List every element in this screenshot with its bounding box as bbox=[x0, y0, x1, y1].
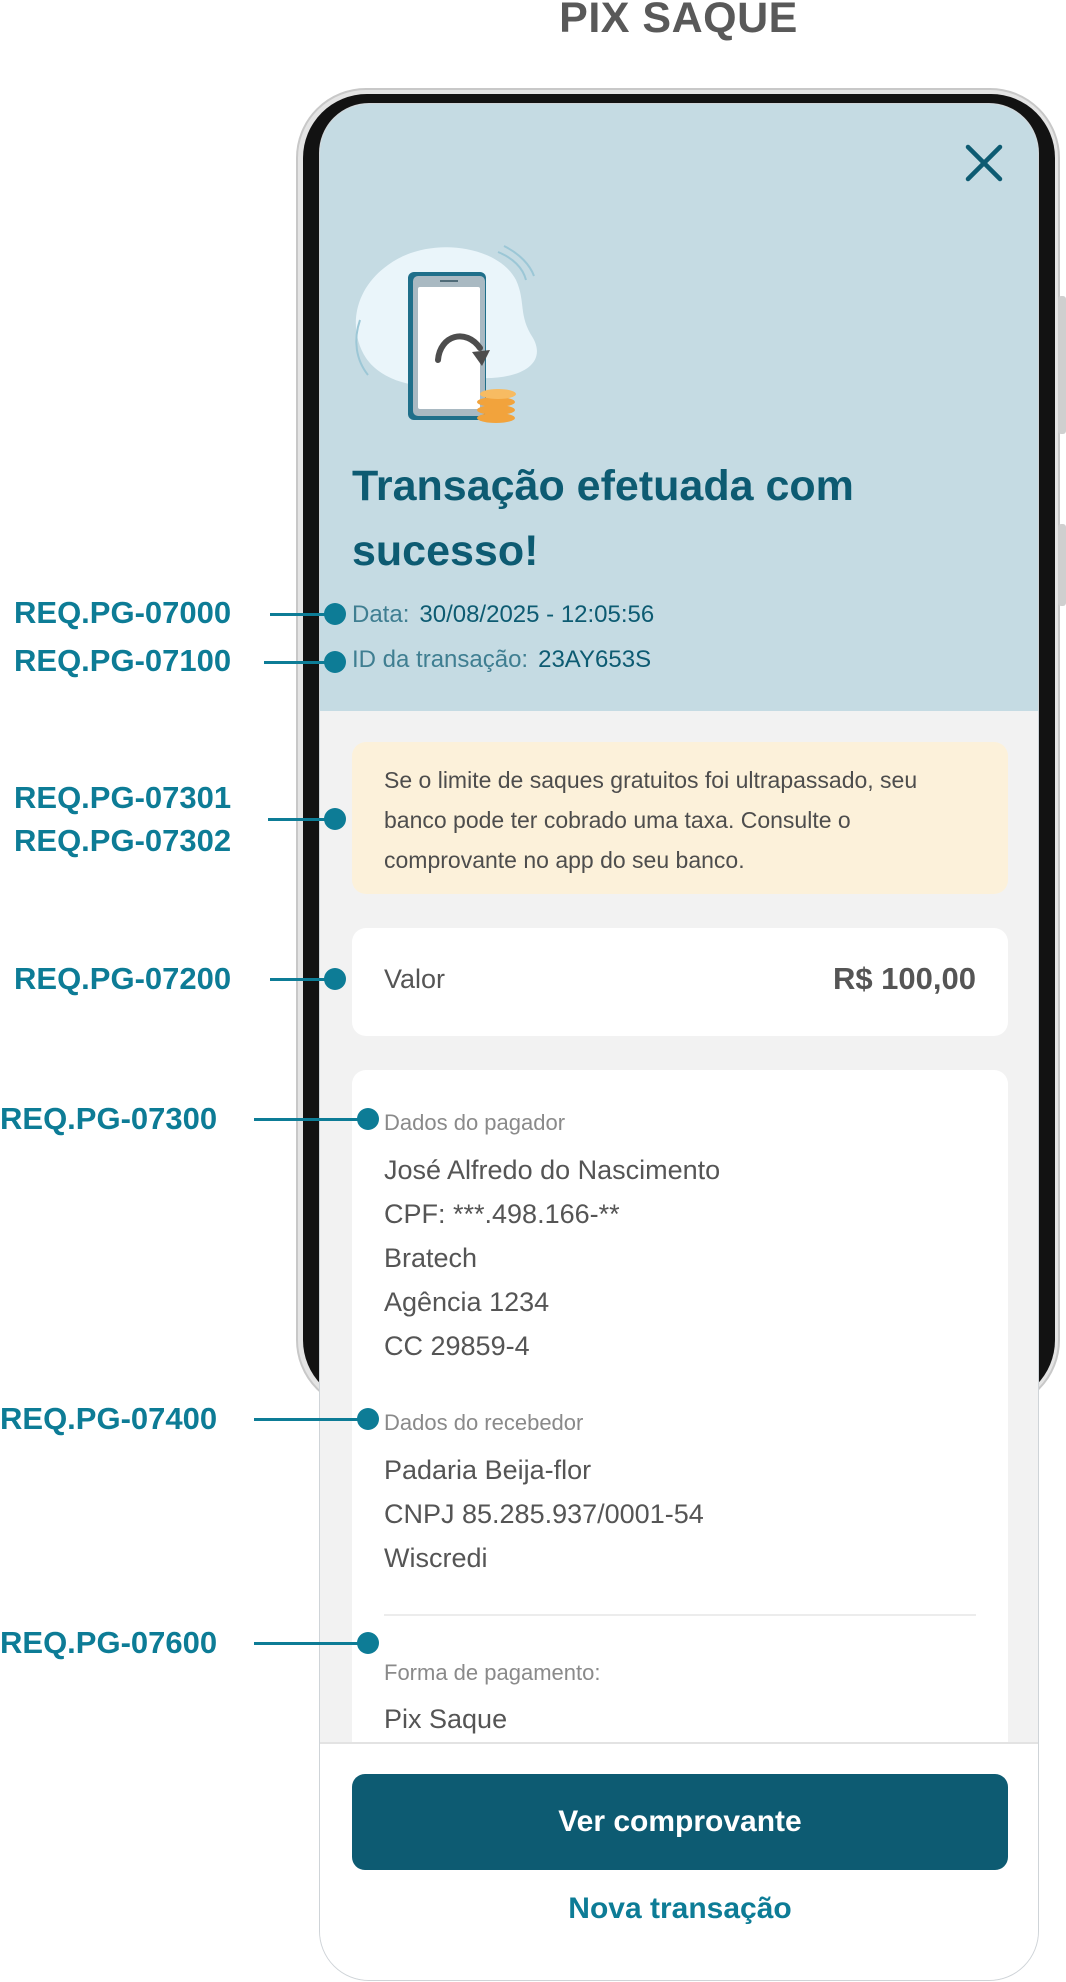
phone-withdraw-illustration bbox=[355, 245, 537, 423]
id-value: 23AY653S bbox=[538, 646, 652, 673]
annotation-marker bbox=[357, 1408, 379, 1430]
annotation-connector bbox=[254, 1418, 368, 1421]
date-value: 30/08/2025 - 12:05:56 bbox=[419, 601, 655, 628]
app-screen: Transação efetuada com sucesso! Data: 30/… bbox=[319, 103, 1039, 1981]
annotation-connector bbox=[254, 1118, 368, 1121]
phone-side-button bbox=[1058, 296, 1066, 434]
transaction-details: Dados do pagador José Alfredo do Nascime… bbox=[352, 1070, 1008, 1790]
success-title: Transação efetuada com sucesso! bbox=[352, 462, 854, 575]
new-transaction-button[interactable]: Nova transação bbox=[352, 1874, 1008, 1944]
annotation-label: REQ.PG-07200 bbox=[14, 961, 232, 996]
annotation-label: REQ.PG-07000 bbox=[14, 595, 232, 630]
annotation-label: REQ.PG-07400 bbox=[0, 1401, 218, 1436]
view-receipt-button[interactable]: Ver comprovante bbox=[352, 1774, 1008, 1870]
annotation-marker bbox=[357, 1108, 379, 1130]
transaction-date: Data: 30/08/2025 - 12:05:56 bbox=[352, 601, 654, 629]
phone-side-button bbox=[1058, 524, 1066, 606]
payer-account: CC 29859-4 bbox=[384, 1331, 530, 1361]
action-bar: Ver comprovante Nova transação bbox=[320, 1742, 1038, 1980]
fee-notice: Se o limite de saques gratuitos foi ultr… bbox=[352, 742, 1008, 894]
annotation-label: REQ.PG-07600 bbox=[0, 1625, 218, 1660]
annotation-marker bbox=[324, 651, 346, 673]
payment-method-value: Pix Saque bbox=[384, 1704, 508, 1734]
payer-name: José Alfredo do Nascimento bbox=[384, 1155, 721, 1185]
payer-agency: Agência 1234 bbox=[384, 1287, 550, 1317]
annotation-connector bbox=[254, 1642, 368, 1645]
annotation-label: REQ.PG-07301 bbox=[14, 780, 232, 815]
value-label: Valor bbox=[384, 964, 446, 994]
value-card: Valor R$ 100,00 bbox=[352, 928, 1008, 1036]
annotation-marker bbox=[357, 1632, 379, 1654]
annotation-marker bbox=[324, 968, 346, 990]
annotation-label: REQ.PG-07300 bbox=[0, 1101, 218, 1136]
receiver-cnpj: CNPJ 85.285.937/0001-54 bbox=[384, 1499, 704, 1529]
close-icon[interactable] bbox=[960, 139, 1008, 187]
payer-cpf: CPF: ***.498.166-** bbox=[384, 1199, 620, 1229]
success-header: Transação efetuada com sucesso! Data: 30/… bbox=[320, 104, 1038, 711]
payer-section-label: Dados do pagador bbox=[384, 1110, 566, 1135]
payer-bank: Bratech bbox=[384, 1243, 478, 1273]
receiver-section-label: Dados do recebedor bbox=[384, 1410, 584, 1435]
receiver-bank: Wiscredi bbox=[384, 1543, 488, 1573]
page-title: PIX SAQUE bbox=[559, 0, 798, 42]
annotation-label: REQ.PG-07100 bbox=[14, 643, 232, 678]
value-amount: R$ 100,00 bbox=[832, 961, 976, 996]
divider bbox=[384, 1614, 976, 1616]
date-label: Data: bbox=[352, 601, 410, 628]
annotated-screen: PIX SAQUE Transação efetuada com sucesso… bbox=[0, 0, 1066, 1982]
annotation-label: REQ.PG-07302 bbox=[14, 823, 232, 858]
annotation-marker bbox=[324, 808, 346, 830]
receiver-name: Padaria Beija-flor bbox=[384, 1455, 592, 1485]
annotation-marker bbox=[324, 603, 346, 625]
id-label: ID da transação: bbox=[352, 646, 529, 673]
transaction-id: ID da transação: 23AY653S bbox=[352, 646, 651, 674]
payment-method-label: Forma de pagamento: bbox=[384, 1660, 601, 1685]
